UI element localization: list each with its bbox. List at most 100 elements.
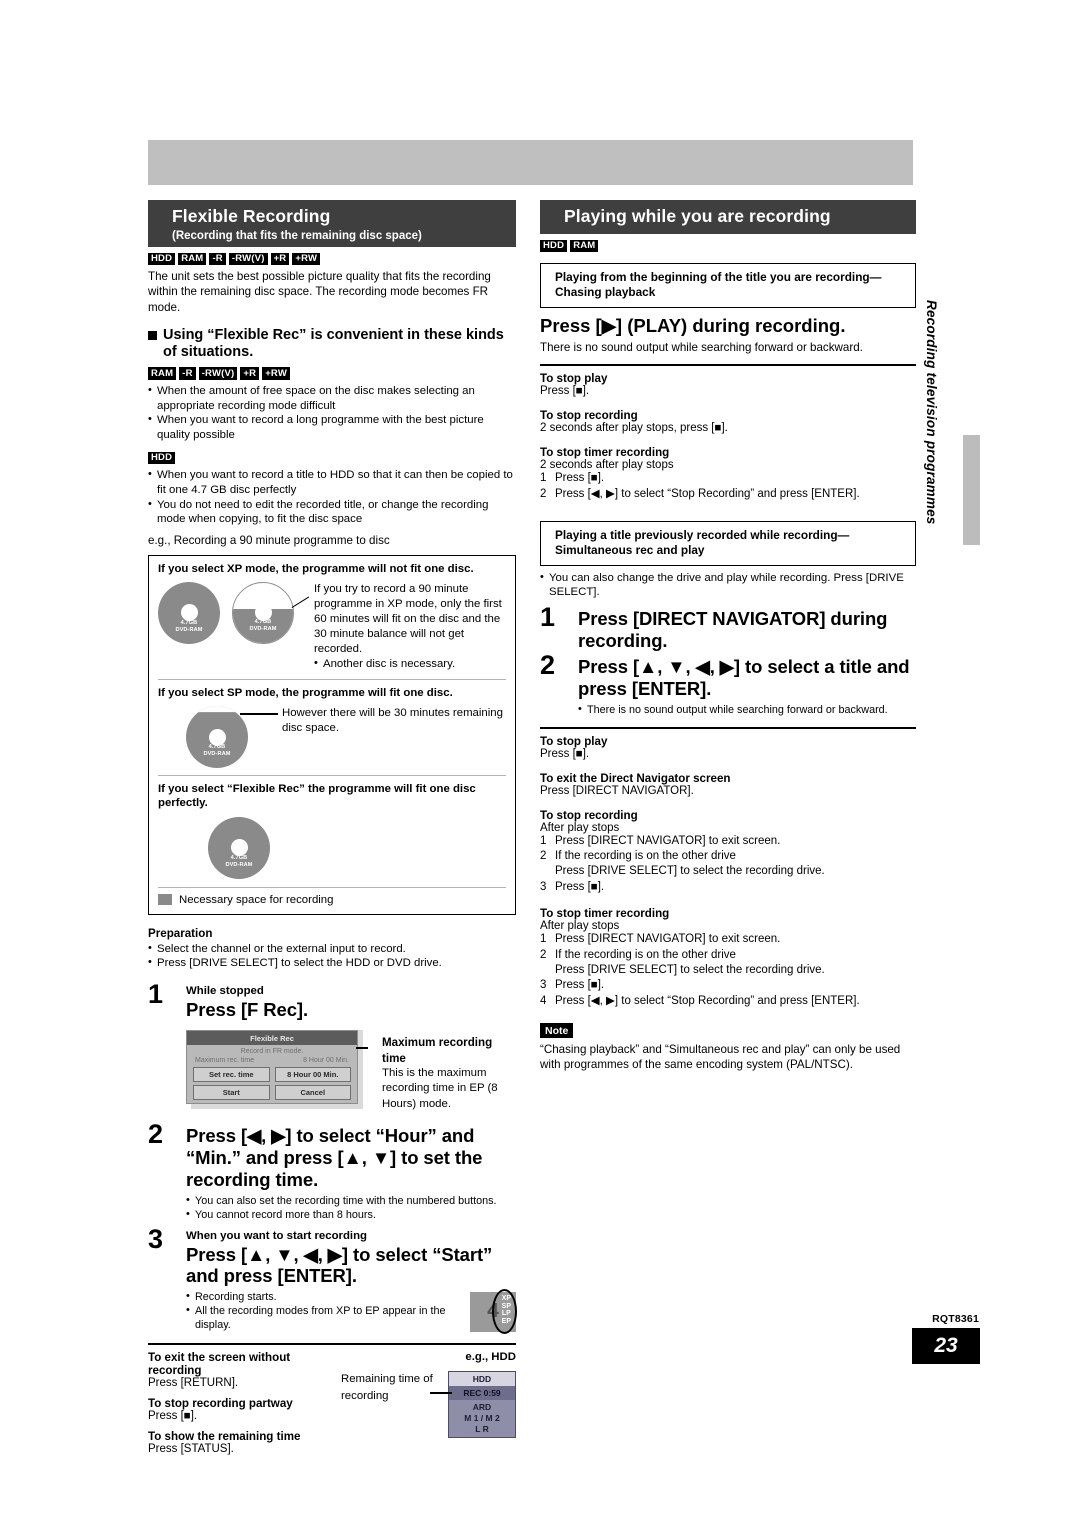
right-step-2: 2 Press [▲, ▼, ◀, ▶] to select a title a… (540, 651, 916, 717)
step-2-notes: You can also set the recording time with… (186, 1193, 516, 1222)
disc-type: DVD-RAM (203, 751, 231, 758)
section-header-playing-while-recording: Playing while you are recording (540, 200, 916, 234)
list-item: 1 Press [■]. (540, 471, 916, 486)
disc-benefit-list: When the amount of free space on the dis… (148, 383, 516, 443)
manual-page: Flexible Recording (Recording that fits … (0, 0, 1080, 1528)
step-num: 3 (540, 880, 547, 893)
disc-capacity: 4.7GB (180, 619, 198, 626)
step-number: 2 (148, 1119, 164, 1150)
chasing-playback-instruction: Press [▶] (PLAY) during recording. (540, 314, 846, 336)
hdd-channel: ARD (472, 1402, 492, 1413)
stop-timer-recording-steps-2: 1 Press [DIRECT NAVIGATOR] to exit screen… (540, 932, 916, 1009)
step-text: Press [◀, ▶] to select “Stop Recording” … (555, 487, 860, 500)
list-item: When you want to record a long programme… (148, 412, 516, 443)
divider (158, 678, 506, 680)
step-3: 3 When you want to start recording Press… (148, 1225, 517, 1335)
footer-heading: To show the remaining time (148, 1430, 301, 1444)
disc-label: 4.7GB DVD-RAM (208, 855, 270, 869)
disc-free-area (186, 706, 248, 714)
list-item: Another disc is necessary. (314, 656, 506, 672)
chasing-playback-note: There is no sound output while searching… (540, 340, 863, 354)
list-item: 2 If the recording is on the other drive P… (540, 948, 916, 979)
disc-icon-full: 4.7GB DVD-RAM (208, 816, 270, 879)
right-step-1: 1 Press [DIRECT NAVIGATOR] during record… (540, 604, 916, 652)
footer-text: Press [■]. (148, 1410, 198, 1423)
disc-label: 4.7GB DVD-RAM (158, 620, 220, 634)
intro-paragraph: The unit sets the best possible picture … (148, 270, 491, 314)
dialog-action-row: Start Cancel (187, 1085, 357, 1103)
disc-hole (230, 839, 248, 857)
media-tag: -R (209, 252, 226, 266)
fr-caption: If you select “Flexible Rec” the program… (158, 783, 476, 810)
right-step-2-notes: There is no sound output while searching… (578, 702, 916, 717)
footer-heading: To stop recording (540, 808, 638, 822)
step-text: Press [◀, ▶] to select “Stop Recording” … (555, 994, 860, 1007)
osd-callout-group: Flexible Rec Record in FR mode. Maximum … (186, 1025, 516, 1112)
preparation-list: Select the channel or the external input… (148, 941, 516, 972)
step-number: 1 (540, 602, 556, 633)
step-num: 1 (540, 834, 547, 847)
dialog-line-1: Record in FR mode. (240, 1048, 304, 1056)
hdd-callout-text: Remaining time of recording (341, 1373, 433, 1402)
footer-text: 2 seconds after play stops, press [■]. (540, 422, 728, 435)
list-item: You cannot record more than 8 hours. (186, 1207, 516, 1222)
xp-illustration: 4.7GB DVD-RAM 4.7GB DVD-RAM If you try t… (158, 581, 506, 672)
note-text: “Chasing playback” and “Simultaneous rec… (540, 1042, 901, 1072)
xp-description-text: If you try to record a 90 minute program… (314, 582, 502, 656)
step-text: Press [■]. (555, 979, 605, 992)
disc-type: DVD-RAM (225, 861, 253, 868)
media-tags-hdd: HDD (148, 450, 516, 466)
hdd-status-display: HDD REC 0:59 ARD M 1 / M 2 L R (448, 1371, 516, 1439)
footer-heading: To stop timer recording (540, 907, 670, 921)
footer-text: Press [■]. (540, 747, 590, 760)
front-display-illustration: 4 XP SP LP EP (470, 1289, 517, 1335)
media-tag: HDD (540, 239, 568, 253)
media-tag: RAM (178, 252, 207, 266)
media-tags-right: HDD RAM (540, 238, 916, 254)
footer-heading: To stop recording partway (148, 1397, 293, 1411)
osd-callout-title: Maximum recording time (382, 1036, 493, 1065)
hdd-example-group: e.g., HDD Remaining time of recording HD… (341, 1351, 516, 1455)
rec-time-value-field[interactable]: 8 Hour 00 Min. (274, 1067, 351, 1083)
disc-label: 4.7GB DVD-RAM (186, 744, 248, 758)
media-tag: -RW(V) (228, 252, 268, 266)
hdd-rec-time: REC 0:59 (449, 1386, 515, 1401)
sp-description: However there will be 30 minutes remaini… (282, 707, 503, 735)
step-number: 3 (148, 1223, 164, 1254)
legend-swatch (158, 894, 172, 906)
dialog-max-value: 8 Hour 00 Min. (303, 1057, 349, 1065)
start-button[interactable]: Start (193, 1085, 270, 1101)
disc-hole (208, 728, 226, 746)
sp-caption: If you select SP mode, the programme wil… (158, 686, 453, 699)
page-number: 23 (912, 1328, 980, 1364)
hdd-audio-mode: M 1 / M 2 (464, 1413, 500, 1424)
disc-capacity: 4.7GB (230, 854, 248, 861)
list-item: Select the channel or the external input… (148, 941, 516, 957)
list-item: 4 Press [◀, ▶] to select “Stop Recording”… (540, 994, 916, 1009)
dialog-set-row: Set rec. time 8 Hour 00 Min. (187, 1067, 357, 1085)
cancel-button[interactable]: Cancel (274, 1085, 351, 1101)
footer-text: Press [■]. (540, 385, 590, 398)
media-tag: +R (270, 252, 290, 266)
media-tags-main: HDD RAM -R -RW(V) +R +RW (148, 251, 516, 267)
set-rec-time-button[interactable]: Set rec. time (193, 1067, 270, 1083)
example-line: e.g., Recording a 90 minute programme to… (148, 534, 390, 548)
osd-callout: Maximum recording time This is the maxim… (382, 1025, 516, 1112)
media-tag: -R (179, 367, 196, 380)
divider (158, 775, 506, 777)
disc-icon-full: 4.7GB DVD-RAM (158, 581, 220, 644)
media-tag: RAM (570, 239, 599, 253)
legend-label: Necessary space for recording (179, 893, 334, 906)
media-tag: HDD (148, 252, 176, 266)
list-item: You can also set the recording time with… (186, 1193, 516, 1208)
simultaneous-rec-play-title: Playing a title previously recorded whil… (540, 520, 916, 566)
list-item: There is no sound output while searching… (578, 702, 916, 717)
hdd-benefit-list: When you want to record a title to HDD s… (148, 467, 516, 527)
footer-heading: To stop play (540, 734, 608, 748)
disc-capacity: 4.7GB (208, 744, 226, 751)
footer-text: After play stops (540, 920, 620, 933)
section-title: Playing while you are recording (564, 206, 831, 226)
side-tab-marker (963, 435, 980, 545)
list-item: 3 Press [■]. (540, 880, 916, 895)
media-tag: -RW(V) (198, 367, 238, 380)
